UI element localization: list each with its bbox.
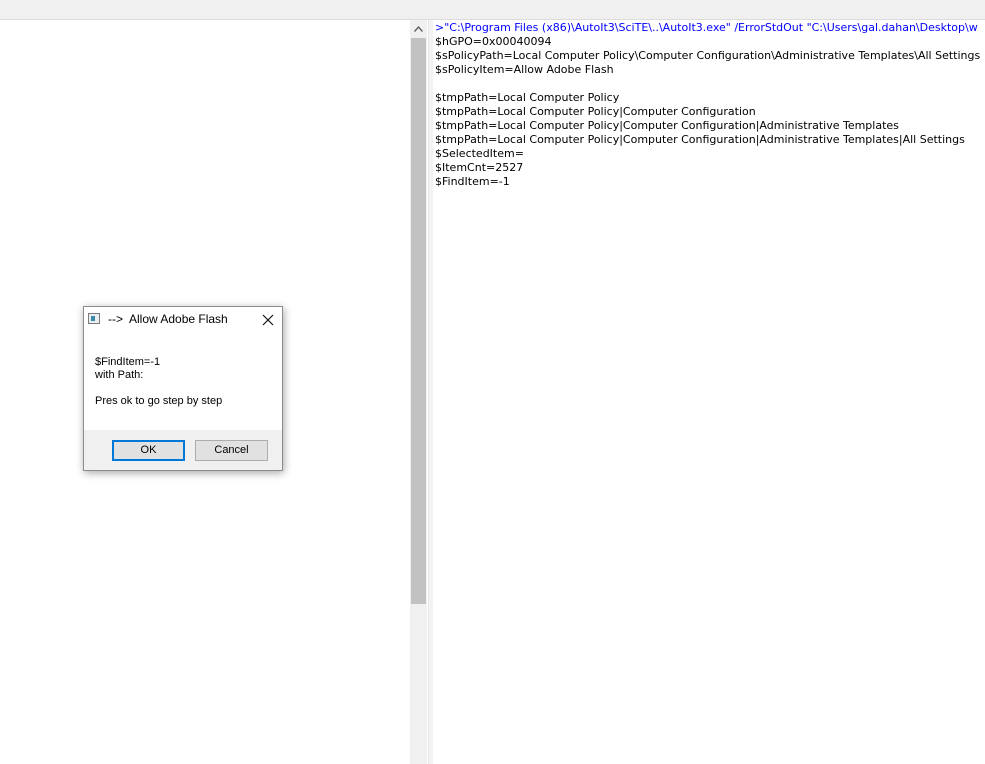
dialog-message-line xyxy=(95,382,275,395)
dialog-message-line: $FindItem=-1 xyxy=(95,356,161,368)
window-top-bar xyxy=(0,0,985,20)
dialog-titlebar[interactable]: --> Allow Adobe Flash xyxy=(84,307,282,333)
output-line: $SelectedItem= xyxy=(435,147,524,160)
dialog-message-line: with Path: xyxy=(95,369,144,381)
ok-button[interactable]: OK xyxy=(112,440,185,461)
output-pane[interactable]: >"C:\Program Files (x86)\AutoIt3\SciTE\.… xyxy=(435,21,985,764)
output-line: $tmpPath=Local Computer Policy|Computer … xyxy=(435,105,756,118)
chevron-up-icon[interactable] xyxy=(410,20,427,37)
dialog-button-bar: OK Cancel xyxy=(84,430,282,470)
output-line: $tmpPath=Local Computer Policy|Computer … xyxy=(435,119,899,132)
output-line: $FindItem=-1 xyxy=(435,175,510,188)
scrollbar-thumb[interactable] xyxy=(411,38,426,604)
cancel-button[interactable]: Cancel xyxy=(195,440,268,461)
window-app-icon xyxy=(88,313,100,324)
output-line: $hGPO=0x00040094 xyxy=(435,35,552,48)
dialog-message-line: Pres ok to go step by step xyxy=(95,395,223,407)
output-line: $sPolicyPath=Local Computer Policy\Compu… xyxy=(435,49,981,62)
close-icon[interactable] xyxy=(256,309,280,331)
output-line: $sPolicyItem=Allow Adobe Flash xyxy=(435,63,614,76)
output-line: $ItemCnt=2527 xyxy=(435,161,524,174)
message-dialog: --> Allow Adobe Flash $FindItem=-1 with P… xyxy=(83,306,283,471)
pane-splitter[interactable] xyxy=(428,20,433,764)
dialog-title: --> Allow Adobe Flash xyxy=(108,312,228,326)
dialog-message: $FindItem=-1 with Path: Pres ok to go step… xyxy=(95,356,275,408)
output-line: $tmpPath=Local Computer Policy xyxy=(435,91,620,104)
output-command-line: >"C:\Program Files (x86)\AutoIt3\SciTE\.… xyxy=(435,21,978,34)
output-line: $tmpPath=Local Computer Policy|Computer … xyxy=(435,133,965,146)
vertical-scrollbar[interactable] xyxy=(410,20,427,764)
